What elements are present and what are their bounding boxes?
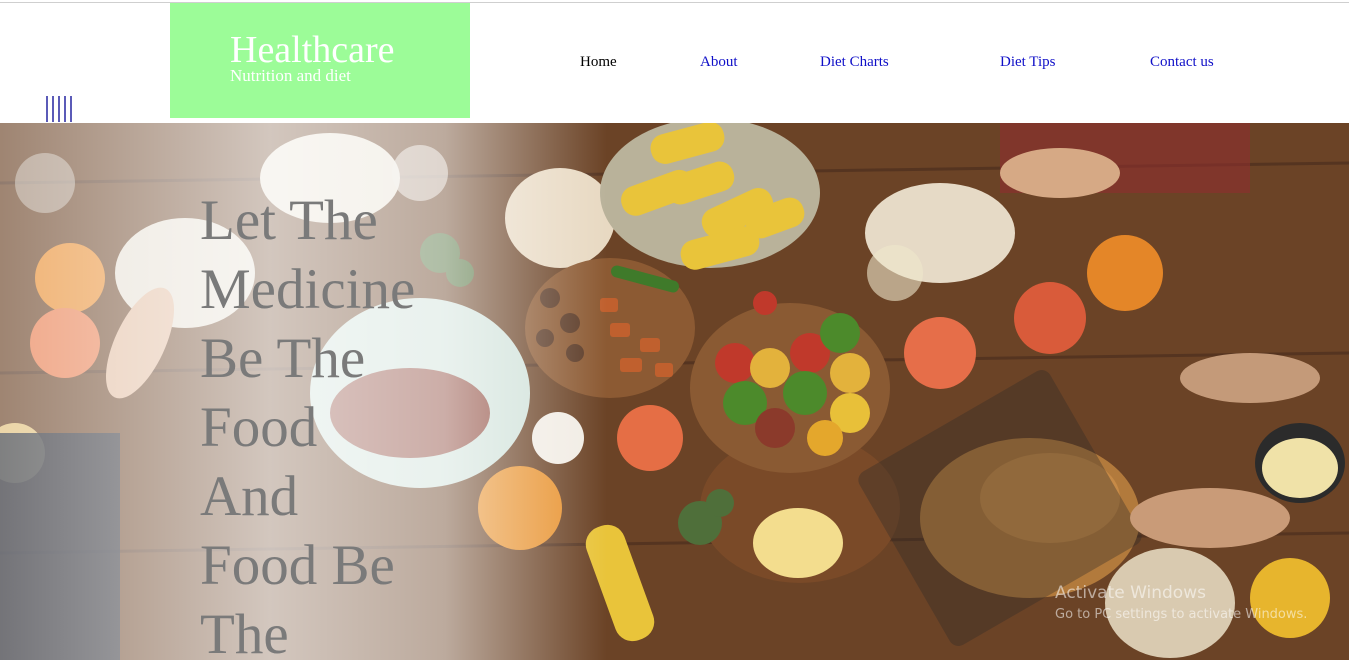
hamburger-icon[interactable] [46, 96, 74, 124]
logo-title: Healthcare [230, 29, 395, 71]
hero-banner: Let The Medicine Be The Food And Food Be… [0, 123, 1349, 660]
activate-windows-watermark: Activate Windows Go to PC settings to ac… [1055, 583, 1307, 622]
hamburger-bar [52, 96, 54, 122]
hamburger-bar [70, 96, 72, 122]
site-header: Healthcare Nutrition and diet Home About… [0, 3, 1349, 123]
nav-diet-charts-link[interactable]: Diet Charts [820, 54, 889, 71]
activate-windows-subtitle: Go to PC settings to activate Windows. [1055, 607, 1308, 622]
hamburger-bar [46, 96, 48, 122]
logo-subtitle: Nutrition and diet [230, 66, 351, 85]
hero-quote-line: The [200, 603, 289, 660]
hamburger-bar [58, 96, 60, 122]
hero-quote: Let The Medicine Be The Food And Food Be… [200, 186, 480, 660]
nav-contact-link[interactable]: Contact us [1150, 54, 1214, 71]
hero-quote-line: Let The [200, 189, 378, 252]
nav-about-link[interactable]: About [700, 54, 738, 71]
site-logo[interactable]: Healthcare Nutrition and diet [170, 3, 470, 118]
hero-quote-line: And [200, 465, 299, 528]
hamburger-bar [64, 96, 66, 122]
nav-diet-tips-link[interactable]: Diet Tips [1000, 54, 1055, 71]
hero-quote-line: Food Be [200, 534, 395, 597]
hero-quote-line: Food [200, 396, 318, 459]
activate-windows-title: Activate Windows [1055, 583, 1206, 603]
hero-quote-line: Be The [200, 327, 366, 390]
nav-home-link[interactable]: Home [580, 54, 617, 71]
hero-quote-line: Medicine [200, 258, 416, 321]
